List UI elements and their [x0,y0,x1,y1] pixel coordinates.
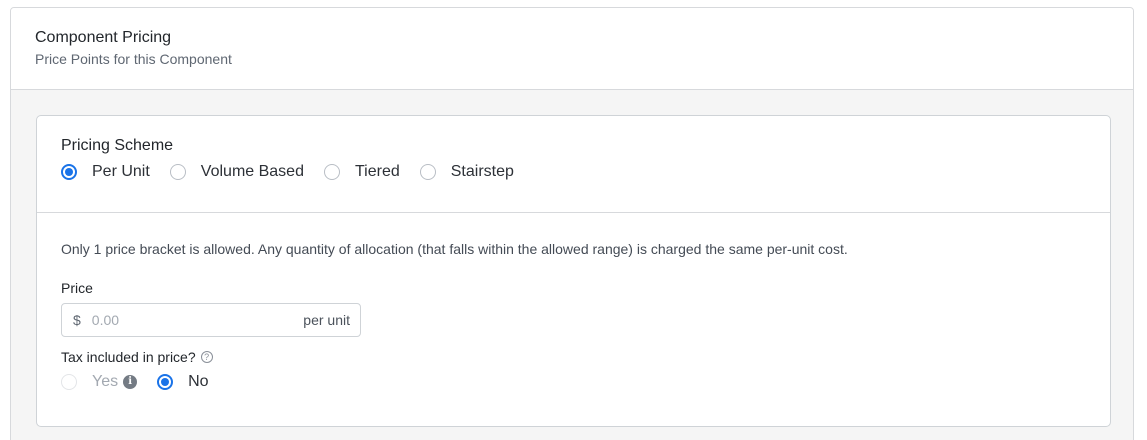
component-pricing-panel: Component Pricing Price Points for this … [10,7,1134,440]
radio-tax-no[interactable] [157,374,174,390]
price-input-group[interactable]: $ per unit [61,303,361,337]
radio-per-unit[interactable] [61,164,77,180]
scheme-description: Only 1 price bracket is allowed. Any qua… [61,241,848,257]
scheme-option-volume-based[interactable]: Volume Based [169,163,304,181]
price-unit-suffix: per unit [303,312,350,328]
tax-option-yes[interactable]: Yes i [61,373,138,391]
info-circle-icon[interactable]: i [123,375,138,389]
radio-volume-based[interactable] [169,164,186,180]
price-label: Price [61,280,93,296]
question-circle-icon[interactable]: ? [200,351,213,363]
radio-stairstep[interactable] [419,164,436,180]
scheme-option-label: Volume Based [200,163,304,180]
scheme-option-label: Per Unit [92,163,150,180]
price-input[interactable] [91,312,304,328]
scheme-option-label: Stairstep [450,163,514,180]
radio-tax-yes[interactable] [61,374,77,390]
scheme-option-stairstep[interactable]: Stairstep [419,163,514,181]
currency-prefix: $ [73,312,81,328]
panel-title: Component Pricing [35,29,172,46]
tax-included-label: Tax included in price? [61,349,196,365]
tax-radio-group: Yes i No [61,373,229,391]
scheme-option-per-unit[interactable]: Per Unit [61,163,150,181]
tax-included-label-row: Tax included in price? ? [61,349,213,365]
tax-option-label: No [188,373,209,390]
pricing-scheme-label: Pricing Scheme [61,137,174,154]
tax-option-no[interactable]: No [157,373,209,391]
panel-subtitle: Price Points for this Component [35,51,232,67]
panel-header: Component Pricing Price Points for this … [11,8,1133,90]
tax-option-label: Yes [92,373,119,390]
pricing-scheme-section: Pricing Scheme Per Unit Volume Based Tie… [37,116,1110,213]
pricing-scheme-radio-group: Per Unit Volume Based Tiered Stairstep [61,163,534,181]
radio-tiered[interactable] [323,164,340,180]
scheme-option-label: Tiered [354,163,400,180]
pricing-card: Pricing Scheme Per Unit Volume Based Tie… [36,115,1111,427]
scheme-option-tiered[interactable]: Tiered [323,163,400,181]
